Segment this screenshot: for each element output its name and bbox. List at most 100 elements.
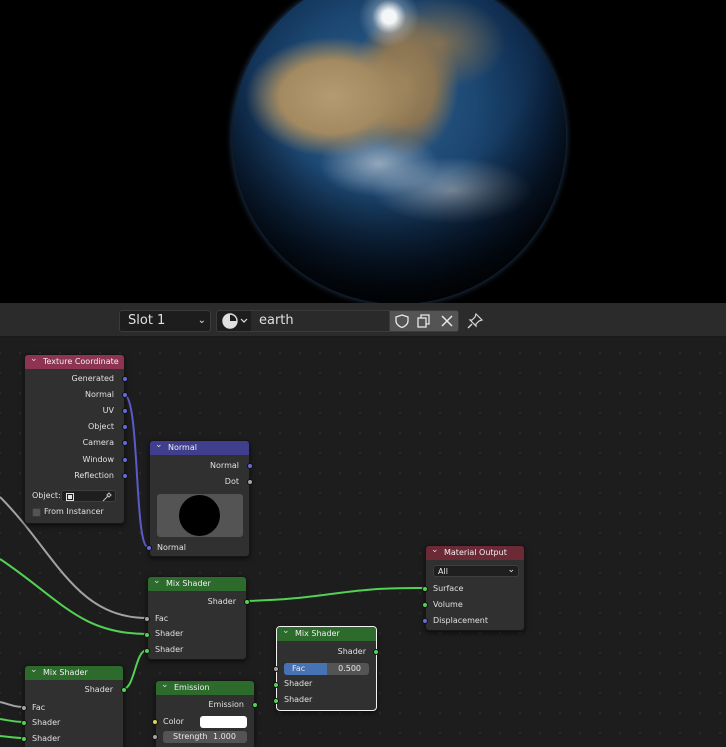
eyedropper-icon[interactable]	[102, 492, 112, 502]
texture-coordinate-title: Texture Coordinate	[25, 352, 124, 369]
socket-generated[interactable]	[122, 376, 128, 382]
mix-shader-1-shader-a: Shader	[155, 629, 184, 638]
mix-shader-node-2[interactable]: Mix Shader Shader Fac 0.500 Shader Shade…	[273, 624, 379, 711]
normal-input-label: Normal	[157, 543, 186, 552]
material-output-surface: Surface	[433, 584, 464, 593]
socket-mix3-shader-out[interactable]	[121, 687, 127, 693]
emission-node[interactable]: Emission Emission Color Strength 1.000	[152, 678, 258, 747]
mix-shader-3-fac: Fac	[32, 703, 46, 712]
socket-volume-in[interactable]	[422, 602, 428, 608]
socket-dot-out[interactable]	[247, 479, 253, 485]
texcoord-output-uv: UV	[102, 406, 114, 415]
socket-mix1-shader-out[interactable]	[244, 599, 250, 605]
3d-viewport[interactable]	[0, 0, 726, 303]
material-output-target-value: All	[438, 567, 448, 576]
socket-mix3-shader-a-in[interactable]	[21, 720, 27, 726]
emission-color-swatch[interactable]	[200, 716, 247, 728]
mix-shader-1-fac: Fac	[155, 614, 169, 623]
material-slot-dropdown[interactable]: Slot 1 ⌄	[119, 310, 211, 332]
material-output-title: Material Output	[426, 543, 524, 560]
socket-mix2-shader-out[interactable]	[373, 649, 379, 655]
socket-displacement-in[interactable]	[422, 618, 428, 624]
chevron-down-icon: ⌄	[197, 315, 206, 326]
emission-output: Emission	[208, 700, 244, 709]
socket-mix1-fac-in[interactable]	[144, 616, 150, 622]
sphere-icon	[222, 313, 248, 329]
texcoord-output-camera: Camera	[82, 438, 114, 447]
mix-shader-1-output: Shader	[207, 597, 236, 606]
socket-window[interactable]	[122, 457, 128, 463]
texcoord-output-generated: Generated	[71, 374, 114, 383]
material-output-volume: Volume	[433, 600, 463, 609]
duplicate-icon[interactable]	[415, 313, 433, 329]
socket-mix1-shader-a-in[interactable]	[144, 632, 150, 638]
socket-mix2-fac-in[interactable]	[273, 666, 279, 672]
socket-camera[interactable]	[122, 440, 128, 446]
socket-normal[interactable]	[122, 392, 128, 398]
link-mix3-mix1	[122, 649, 148, 690]
material-output-target-dropdown[interactable]: All ⌄	[433, 565, 519, 577]
socket-mix3-shader-b-in[interactable]	[21, 736, 27, 742]
socket-emission-out[interactable]	[252, 702, 258, 708]
mix-shader-1-title: Mix Shader	[148, 574, 246, 591]
node-editor-header: Slot 1 ⌄ earth	[0, 303, 726, 337]
texcoord-output-normal: Normal	[85, 390, 114, 399]
texture-coordinate-node[interactable]: Texture Coordinate Generated Normal UV O…	[24, 352, 128, 524]
strength-label: Strength	[173, 732, 208, 741]
shield-icon[interactable]	[393, 313, 411, 329]
material-browse-button[interactable]	[216, 310, 252, 332]
normal-output-dot: Dot	[224, 477, 239, 486]
material-name-field[interactable]: earth	[251, 310, 390, 332]
socket-mix1-shader-b-in[interactable]	[144, 648, 150, 654]
shader-node-editor[interactable]: Texture Coordinate Generated Normal UV O…	[0, 337, 726, 747]
mix-shader-node-1[interactable]: Mix Shader Shader Fac Shader Shader	[144, 574, 250, 660]
from-instancer-checkbox[interactable]	[32, 508, 41, 517]
socket-mix3-fac-in[interactable]	[21, 705, 27, 711]
mix-shader-node-3[interactable]: Mix Shader Shader Fac Shader Shader	[21, 663, 127, 747]
socket-surface-in[interactable]	[422, 586, 428, 592]
socket-normal-out[interactable]	[247, 463, 253, 469]
fac-slider-label: Fac	[292, 664, 306, 673]
material-name-value: earth	[259, 313, 294, 328]
material-output-displacement: Displacement	[433, 616, 488, 625]
mix-shader-2-title: Mix Shader	[277, 624, 376, 641]
fac-slider-value: 0.500	[338, 664, 361, 673]
earth-terminator-shadow	[232, 0, 566, 303]
pin-icon[interactable]	[466, 312, 484, 330]
object-picker-field[interactable]	[61, 490, 116, 502]
normal-direction-ball[interactable]	[157, 494, 243, 537]
socket-emission-strength-in[interactable]	[152, 734, 158, 740]
socket-uv[interactable]	[122, 408, 128, 414]
normal-sphere	[179, 495, 220, 536]
socket-mix2-shader-a-in[interactable]	[273, 682, 279, 688]
mix-shader-3-title: Mix Shader	[25, 663, 123, 680]
socket-reflection[interactable]	[122, 473, 128, 479]
texcoord-output-window: Window	[82, 455, 114, 464]
emission-title: Emission	[156, 678, 254, 695]
chevron-down-icon: ⌄	[507, 565, 515, 575]
mix-shader-3-shader-b: Shader	[32, 734, 61, 743]
strength-field[interactable]: Strength 1.000	[163, 731, 247, 743]
mix-shader-2-shader-a: Shader	[284, 679, 313, 688]
link-texcoord-normal	[123, 394, 149, 548]
socket-normal-in[interactable]	[146, 545, 152, 551]
material-slot-label: Slot 1	[128, 313, 166, 328]
socket-object[interactable]	[122, 424, 128, 430]
strength-value: 1.000	[213, 732, 236, 741]
socket-emission-color-in[interactable]	[152, 719, 158, 725]
normal-node-title: Normal	[150, 438, 249, 455]
from-instancer-label: From Instancer	[44, 507, 104, 516]
link-mix1-surface	[245, 586, 427, 602]
socket-mix2-shader-b-in[interactable]	[273, 698, 279, 704]
mix-shader-3-shader-a: Shader	[32, 718, 61, 727]
emission-color-label: Color	[163, 717, 184, 726]
material-output-node[interactable]: Material Output All ⌄ Surface Volume Dis…	[422, 543, 525, 631]
object-icon	[66, 493, 74, 501]
link-shader-mix1	[0, 558, 148, 635]
mix-shader-1-shader-b: Shader	[155, 645, 184, 654]
normal-node[interactable]: Normal Normal Dot Normal	[146, 438, 253, 557]
close-icon[interactable]	[438, 313, 456, 329]
normal-output-normal: Normal	[210, 461, 239, 470]
fac-slider[interactable]: Fac 0.500	[284, 663, 369, 675]
mix-shader-3-output: Shader	[84, 685, 113, 694]
